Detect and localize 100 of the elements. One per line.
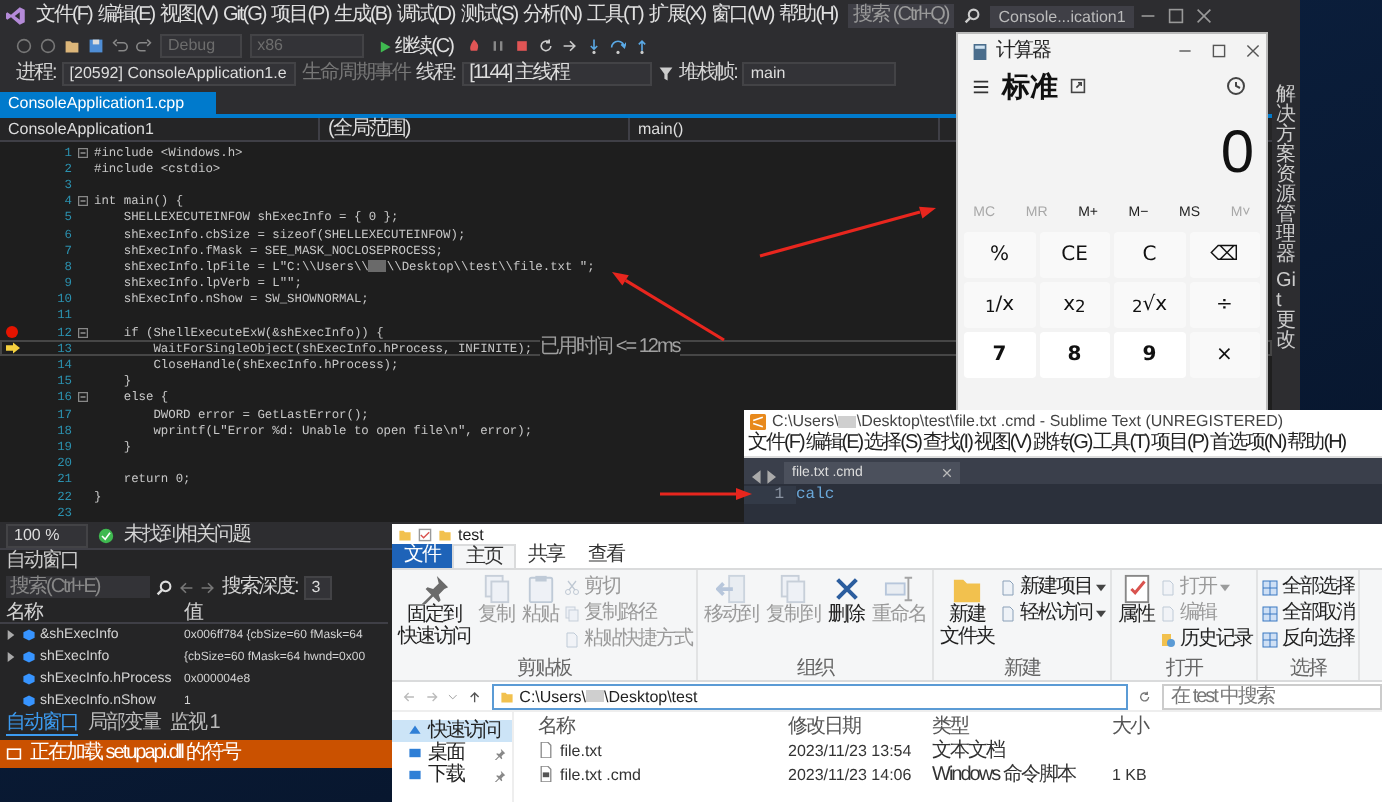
step-out-icon[interactable] bbox=[634, 38, 651, 54]
column-header[interactable]: 修改日期 bbox=[788, 711, 932, 739]
calculator-key[interactable]: × bbox=[1189, 332, 1260, 378]
menu-item[interactable]: 视图(V) bbox=[973, 432, 1033, 456]
menu-item[interactable]: 文件(F) bbox=[34, 4, 94, 28]
refresh-icon[interactable] bbox=[1137, 689, 1152, 703]
navigation-item[interactable]: 桌面 bbox=[392, 742, 512, 764]
menu-item[interactable]: 调试(D) bbox=[394, 4, 457, 28]
collapse-icon[interactable] bbox=[78, 327, 88, 338]
file-name[interactable]: file.txt bbox=[560, 741, 602, 759]
collapse-icon[interactable] bbox=[78, 147, 88, 158]
search-field[interactable]: 搜索(Ctrl+E) bbox=[6, 576, 150, 598]
zoom-dropdown[interactable]: 100 % bbox=[6, 523, 88, 547]
ribbon-button[interactable]: 新建 文件夹 bbox=[938, 574, 996, 658]
panel-tab[interactable]: 自动窗口 bbox=[6, 712, 78, 736]
menu-item[interactable]: 帮助(H) bbox=[777, 4, 840, 28]
menu-item[interactable]: 文件(F) bbox=[748, 432, 806, 456]
menu-item[interactable]: 首选项(N) bbox=[1209, 432, 1288, 456]
ribbon-button[interactable]: 删除 bbox=[826, 574, 866, 658]
menu-item[interactable]: 工具(T) bbox=[1093, 432, 1151, 456]
ribbon-button[interactable]: 全部取消 bbox=[1262, 600, 1354, 626]
ribbon-tab[interactable]: 主页 bbox=[452, 544, 516, 568]
panel-tab[interactable]: 监视 1 bbox=[170, 712, 219, 736]
breakpoint-icon[interactable] bbox=[6, 326, 18, 339]
collapse-icon[interactable] bbox=[78, 196, 88, 207]
search-depth-dropdown[interactable]: 3 bbox=[303, 575, 333, 599]
menu-item[interactable]: 编辑(E) bbox=[95, 4, 157, 28]
calculator-key[interactable]: ÷ bbox=[1189, 282, 1260, 328]
navigation-item[interactable]: 下载 bbox=[392, 764, 512, 786]
search-field[interactable]: 搜索 (Ctrl+Q) bbox=[847, 4, 955, 28]
filter-icon[interactable] bbox=[657, 65, 674, 81]
menu-item[interactable]: 视图(V) bbox=[158, 4, 219, 28]
menu-item[interactable]: 项目(P) bbox=[269, 4, 331, 28]
ribbon-button[interactable]: 新建项目 bbox=[1000, 574, 1106, 600]
menu-item[interactable]: 跳转(G) bbox=[1032, 432, 1094, 456]
calculator-key[interactable]: CE bbox=[1039, 232, 1110, 278]
ribbon-tab[interactable]: 文件 bbox=[392, 544, 452, 568]
keep-on-top-icon[interactable] bbox=[1070, 78, 1086, 94]
scope-dropdown[interactable]: (全局范围) bbox=[320, 118, 630, 140]
menu-item[interactable]: Git(G) bbox=[220, 4, 268, 28]
calculator-key[interactable]: C bbox=[1114, 232, 1185, 278]
menu-item[interactable]: 分析(N) bbox=[521, 4, 583, 28]
search-field[interactable]: 在 test 中搜索 bbox=[1161, 683, 1382, 709]
column-header[interactable]: 大小 bbox=[1112, 711, 1192, 739]
menu-item[interactable]: 窗口(W) bbox=[709, 4, 776, 28]
redo-icon[interactable] bbox=[136, 38, 152, 54]
ribbon-tab[interactable]: 查看 bbox=[576, 544, 636, 568]
document-tab[interactable]: ConsoleApplication1.cpp bbox=[0, 92, 217, 114]
ribbon-button[interactable]: 属性 bbox=[1116, 574, 1156, 658]
stop-icon[interactable] bbox=[514, 38, 531, 54]
menu-item[interactable]: 扩展(X) bbox=[646, 4, 708, 28]
menu-item[interactable]: 选择(S) bbox=[864, 432, 923, 456]
ribbon-tab[interactable]: 共享 bbox=[516, 544, 576, 568]
step-into-icon[interactable] bbox=[586, 38, 603, 54]
arrow-icon[interactable] bbox=[562, 38, 579, 54]
close-icon[interactable] bbox=[942, 468, 952, 478]
navigation-item[interactable]: 快速访问 bbox=[392, 720, 512, 742]
search-icon[interactable] bbox=[964, 8, 981, 24]
expand-icon[interactable] bbox=[6, 652, 16, 662]
project-dropdown[interactable]: ConsoleApplication1 bbox=[0, 118, 320, 140]
column-header[interactable]: 类型 bbox=[932, 711, 1112, 739]
save-icon[interactable] bbox=[88, 38, 104, 54]
ribbon-button[interactable]: 固定到 快速访问 bbox=[396, 574, 472, 658]
process-dropdown[interactable]: [20592] ConsoleApplication1.e bbox=[61, 61, 296, 85]
ribbon-button[interactable]: 反向选择 bbox=[1262, 626, 1354, 652]
member-dropdown[interactable]: main() bbox=[630, 118, 940, 140]
side-tab[interactable]: Git 更改 bbox=[1276, 272, 1296, 352]
menu-item[interactable]: 帮助(H) bbox=[1287, 432, 1348, 456]
address-bar[interactable]: C:\Users\ \Desktop\test bbox=[491, 683, 1128, 709]
menu-item[interactable]: 工具(T) bbox=[585, 4, 645, 28]
calculator-key[interactable]: 7 bbox=[964, 332, 1035, 378]
menu-item[interactable]: 项目(P) bbox=[1151, 432, 1210, 456]
calculator-key[interactable]: ⌫ bbox=[1189, 232, 1260, 278]
side-tab[interactable]: 解决方案资源管理器 bbox=[1276, 86, 1296, 266]
expand-icon[interactable] bbox=[6, 630, 16, 640]
flame-icon[interactable] bbox=[466, 38, 483, 54]
tab-navigation-icon[interactable] bbox=[752, 470, 776, 484]
up-icon[interactable] bbox=[468, 689, 482, 703]
menu-item[interactable]: 查找(I) bbox=[922, 432, 974, 456]
pause-icon[interactable] bbox=[490, 38, 507, 54]
column-header[interactable]: 值 bbox=[178, 597, 202, 625]
folder-icon[interactable] bbox=[64, 38, 80, 54]
search-icon[interactable] bbox=[156, 579, 172, 595]
ribbon-button[interactable]: 历史记录 bbox=[1160, 626, 1252, 652]
menu-item[interactable]: 编辑(E) bbox=[805, 432, 865, 456]
menu-item[interactable]: 生成(B) bbox=[332, 4, 393, 28]
calculator-key[interactable]: 8 bbox=[1039, 332, 1110, 378]
panel-tab[interactable]: 局部变量 bbox=[88, 712, 160, 736]
ribbon-button[interactable]: 轻松访问 bbox=[1000, 600, 1106, 626]
column-header[interactable]: 名称 bbox=[538, 711, 788, 739]
collapse-icon[interactable] bbox=[78, 392, 88, 403]
calculator-key[interactable]: 9 bbox=[1114, 332, 1185, 378]
undo-icon[interactable] bbox=[112, 38, 128, 54]
step-over-icon[interactable] bbox=[610, 38, 627, 54]
file-name[interactable]: file.txt .cmd bbox=[560, 765, 641, 783]
calculator-key[interactable]: % bbox=[964, 232, 1035, 278]
history-icon[interactable] bbox=[1226, 76, 1246, 96]
menu-icon[interactable] bbox=[972, 77, 990, 95]
stack-frame-dropdown[interactable]: main bbox=[742, 61, 897, 85]
continue-button[interactable]: 继续(C) bbox=[371, 35, 459, 57]
